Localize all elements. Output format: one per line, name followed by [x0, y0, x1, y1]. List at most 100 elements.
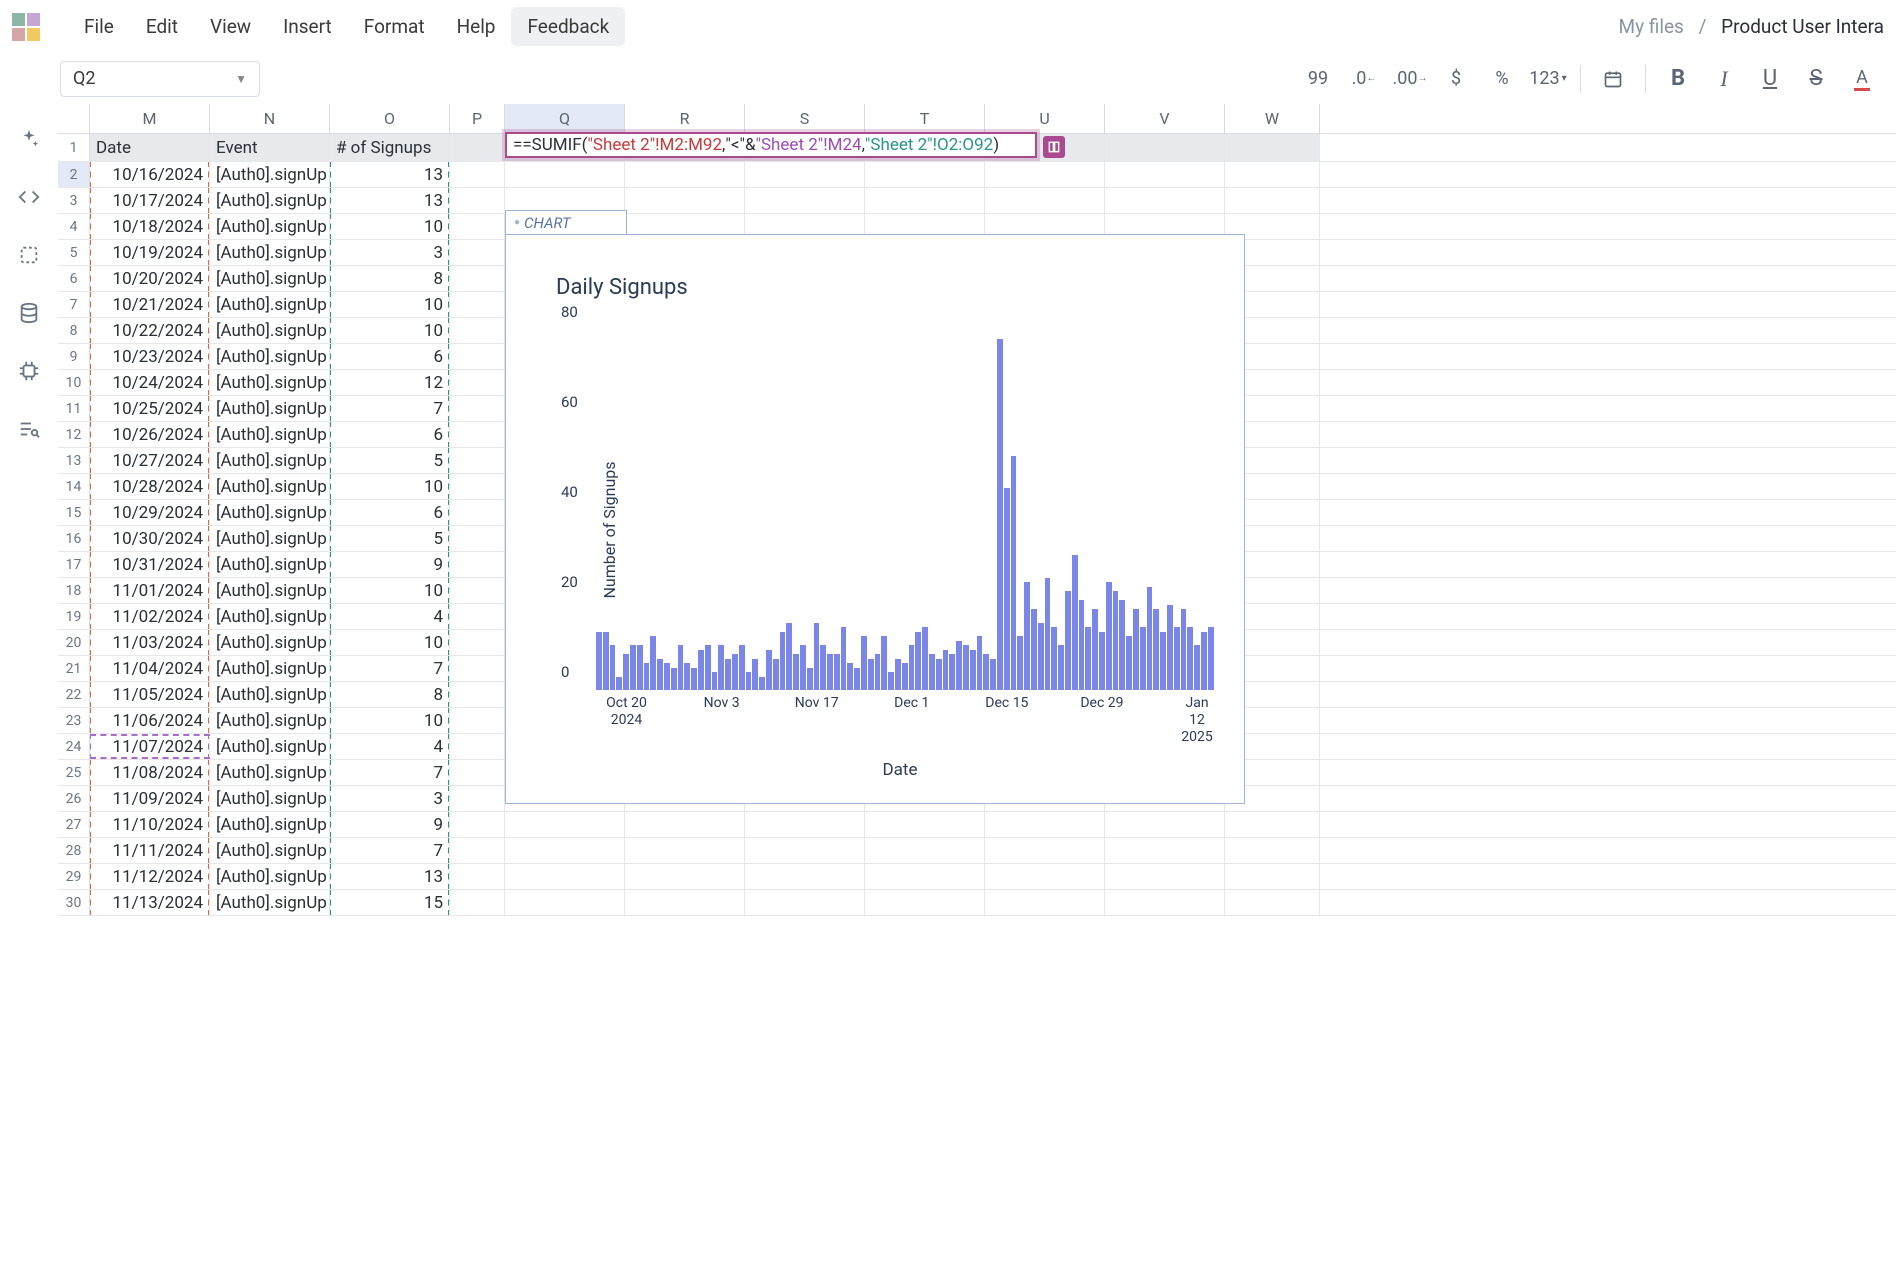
cell-empty[interactable]: [865, 812, 985, 837]
cell-empty[interactable]: [745, 162, 865, 187]
cell-event[interactable]: [Auth0].signUp: [210, 760, 330, 785]
cell-date[interactable]: 10/27/2024: [90, 448, 210, 473]
cell-empty[interactable]: [450, 734, 505, 759]
row-header[interactable]: 13: [58, 448, 90, 473]
cell-empty[interactable]: [1105, 838, 1225, 863]
cell-date[interactable]: 11/09/2024: [90, 786, 210, 811]
row-header[interactable]: 16: [58, 526, 90, 551]
cell-date[interactable]: 10/20/2024: [90, 266, 210, 291]
col-header-Q[interactable]: Q: [505, 104, 625, 133]
col-header-W[interactable]: W: [1225, 104, 1320, 133]
menu-edit[interactable]: Edit: [130, 7, 194, 46]
cell-signups[interactable]: 10: [330, 630, 450, 655]
cell-event[interactable]: [Auth0].signUp: [210, 526, 330, 551]
cell-date[interactable]: 10/31/2024: [90, 552, 210, 577]
cell-empty[interactable]: [450, 266, 505, 291]
cell-event[interactable]: [Auth0].signUp: [210, 838, 330, 863]
menu-format[interactable]: Format: [348, 7, 441, 46]
cell-empty[interactable]: [865, 162, 985, 187]
cell-empty[interactable]: [450, 760, 505, 785]
cell-signups[interactable]: 13: [330, 188, 450, 213]
cell-empty[interactable]: [1225, 890, 1320, 915]
cell-date[interactable]: 10/24/2024: [90, 370, 210, 395]
row-header[interactable]: 6: [58, 266, 90, 291]
cell-empty[interactable]: [1225, 812, 1320, 837]
cell-empty[interactable]: [505, 890, 625, 915]
cell-empty[interactable]: [450, 422, 505, 447]
cell-date[interactable]: 11/11/2024: [90, 838, 210, 863]
col-header-O[interactable]: O: [330, 104, 450, 133]
cell-empty[interactable]: [505, 864, 625, 889]
row-header[interactable]: 12: [58, 422, 90, 447]
cell-empty[interactable]: [450, 838, 505, 863]
cell-event[interactable]: [Auth0].signUp: [210, 214, 330, 239]
cell-event[interactable]: [Auth0].signUp: [210, 370, 330, 395]
cell-event[interactable]: [Auth0].signUp: [210, 396, 330, 421]
row-header[interactable]: 19: [58, 604, 90, 629]
cell-signups[interactable]: 13: [330, 162, 450, 187]
row-header[interactable]: 26: [58, 786, 90, 811]
cell-event[interactable]: [Auth0].signUp: [210, 812, 330, 837]
cell-empty[interactable]: [450, 864, 505, 889]
row-header[interactable]: 4: [58, 214, 90, 239]
cell-date[interactable]: 10/18/2024: [90, 214, 210, 239]
cell-empty[interactable]: [985, 864, 1105, 889]
row-header[interactable]: 30: [58, 890, 90, 915]
cell-signups[interactable]: 3: [330, 786, 450, 811]
cell-empty[interactable]: [625, 162, 745, 187]
row-header[interactable]: 27: [58, 812, 90, 837]
currency-button[interactable]: $: [1434, 59, 1478, 99]
app-logo-icon[interactable]: [12, 13, 40, 41]
number-format-dropdown[interactable]: 123▾: [1526, 59, 1570, 99]
cell-empty[interactable]: [450, 656, 505, 681]
row-header[interactable]: 29: [58, 864, 90, 889]
cell-signups[interactable]: 12: [330, 370, 450, 395]
row-header[interactable]: 9: [58, 344, 90, 369]
row-header[interactable]: 2: [58, 162, 90, 187]
row-header[interactable]: 28: [58, 838, 90, 863]
cell-date[interactable]: 11/13/2024: [90, 890, 210, 915]
cell-date[interactable]: 10/29/2024: [90, 500, 210, 525]
cell-empty[interactable]: [450, 292, 505, 317]
cell-event[interactable]: [Auth0].signUp: [210, 448, 330, 473]
breadcrumb-root[interactable]: My files: [1619, 15, 1684, 38]
cell-empty[interactable]: [450, 682, 505, 707]
cell-empty[interactable]: [450, 214, 505, 239]
cell-empty[interactable]: [450, 240, 505, 265]
cell-date[interactable]: 11/02/2024: [90, 604, 210, 629]
cell-empty[interactable]: [745, 890, 865, 915]
cell-signups[interactable]: 10: [330, 292, 450, 317]
cell-signups[interactable]: 10: [330, 708, 450, 733]
row-header[interactable]: 7: [58, 292, 90, 317]
underline-button[interactable]: U: [1748, 59, 1792, 99]
cell-date[interactable]: 11/07/2024: [90, 734, 210, 759]
cell-date[interactable]: 10/23/2024: [90, 344, 210, 369]
row-header[interactable]: 22: [58, 682, 90, 707]
cell-signups[interactable]: 5: [330, 526, 450, 551]
cell-date[interactable]: 11/05/2024: [90, 682, 210, 707]
cell-event[interactable]: [Auth0].signUp: [210, 422, 330, 447]
row-header[interactable]: 20: [58, 630, 90, 655]
cell-signups[interactable]: 9: [330, 552, 450, 577]
cell-signups[interactable]: 13: [330, 864, 450, 889]
text-color-button[interactable]: A: [1840, 59, 1884, 99]
col-header-R[interactable]: R: [625, 104, 745, 133]
cell-event[interactable]: [Auth0].signUp: [210, 474, 330, 499]
cell-empty[interactable]: [745, 812, 865, 837]
row-header[interactable]: 17: [58, 552, 90, 577]
cell-empty[interactable]: [450, 162, 505, 187]
cell-empty[interactable]: [450, 526, 505, 551]
cell-empty[interactable]: [625, 838, 745, 863]
cell-empty[interactable]: [505, 838, 625, 863]
cell-date[interactable]: 10/22/2024: [90, 318, 210, 343]
cell-event[interactable]: [Auth0].signUp: [210, 630, 330, 655]
cell-event[interactable]: [Auth0].signUp: [210, 162, 330, 187]
cell-event[interactable]: [Auth0].signUp: [210, 344, 330, 369]
cell-date[interactable]: 11/10/2024: [90, 812, 210, 837]
cell-empty[interactable]: [625, 188, 745, 213]
cell-empty[interactable]: [450, 500, 505, 525]
row-header[interactable]: 18: [58, 578, 90, 603]
cell-empty[interactable]: [450, 134, 505, 161]
cell-empty[interactable]: [985, 162, 1105, 187]
cell-event[interactable]: [Auth0].signUp: [210, 864, 330, 889]
